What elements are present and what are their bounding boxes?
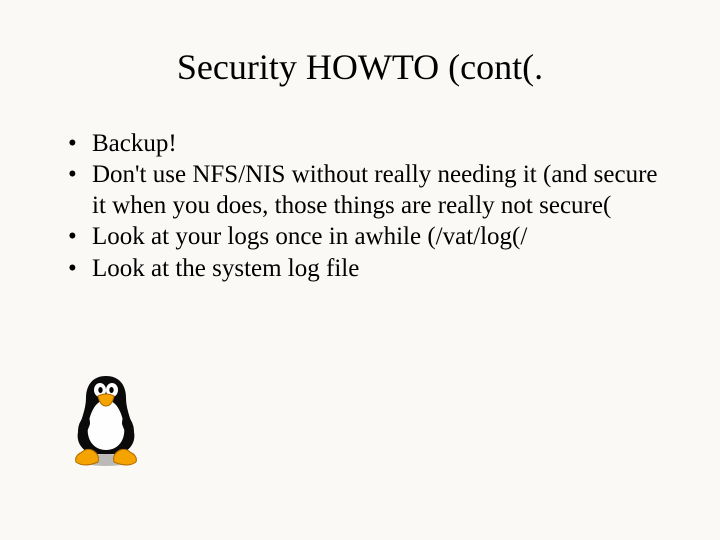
bullet-item: Look at the system log file [64,253,660,284]
bullet-item: Don't use NFS/NIS without really needing… [64,159,660,222]
slide: Security HOWTO (cont(. Backup! Don't use… [0,0,720,540]
tux-penguin-icon [64,370,148,468]
bullet-item: Look at your logs once in awhile (/vat/l… [64,221,660,252]
bullet-item: Backup! [64,128,660,159]
slide-title: Security HOWTO (cont(. [60,48,660,88]
bullet-list: Backup! Don't use NFS/NIS without really… [64,128,660,284]
